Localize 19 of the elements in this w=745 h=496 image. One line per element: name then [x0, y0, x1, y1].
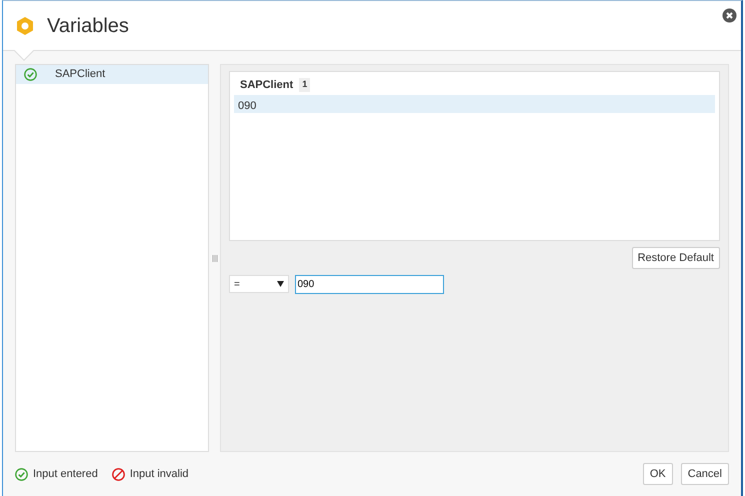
operator-dropdown[interactable]: =	[229, 275, 289, 293]
splitter-handle-icon[interactable]	[212, 254, 218, 262]
close-button[interactable]	[722, 7, 737, 22]
value-input[interactable]: 090	[294, 274, 444, 294]
dialog-button[interactable]: Cancel	[680, 462, 729, 486]
legend-label: Input invalid	[130, 466, 189, 482]
caret-icon	[277, 281, 284, 287]
values-title: SAPClient	[240, 78, 294, 93]
value-row[interactable]: 090	[234, 95, 715, 113]
count-badge: 1	[299, 78, 310, 92]
legend-label: Input entered	[33, 466, 98, 482]
logo-icon	[15, 16, 35, 36]
variable-item[interactable]: SAPClient	[16, 65, 208, 84]
dialog-title: Variables	[47, 14, 129, 38]
check-circle-icon	[15, 468, 28, 480]
no-entry-icon	[112, 468, 125, 480]
restore-default-button[interactable]: Restore Default	[632, 246, 720, 269]
dialog-button[interactable]: OK	[642, 462, 673, 486]
check-circle-icon	[24, 68, 37, 81]
